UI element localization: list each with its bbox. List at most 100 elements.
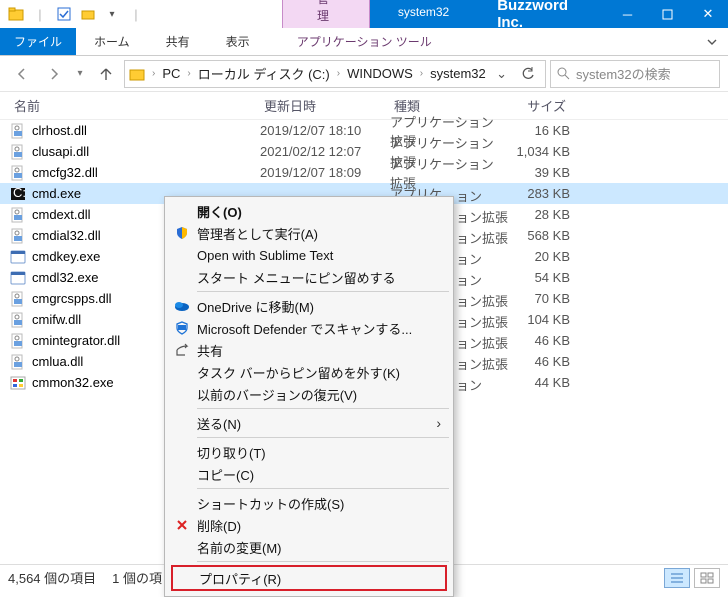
home-tab[interactable]: ホーム bbox=[76, 28, 148, 55]
menu-separator bbox=[197, 291, 449, 292]
address-bar[interactable]: › PC › ローカル ディスク (C:) › WINDOWS › system… bbox=[124, 60, 546, 88]
svg-text:C:\: C:\ bbox=[13, 186, 26, 200]
file-row[interactable]: cmcfg32.dll2019/12/07 18:09アプリケーション拡張39 … bbox=[0, 162, 728, 183]
file-name: cmdext.dll bbox=[32, 207, 91, 222]
file-name: cmdkey.exe bbox=[32, 249, 100, 264]
menu-previous-versions[interactable]: 以前のバージョンの復元(V) bbox=[167, 383, 451, 405]
file-size: 44 KB bbox=[500, 375, 570, 390]
menu-rename[interactable]: 名前の変更(M) bbox=[167, 536, 451, 558]
menu-delete[interactable]: 削除(D) bbox=[167, 514, 451, 536]
divider-icon: | bbox=[30, 4, 50, 24]
file-size: 283 KB bbox=[500, 186, 570, 201]
details-view-button[interactable] bbox=[664, 568, 690, 588]
file-name: cmmon32.exe bbox=[32, 375, 114, 390]
maximize-button[interactable] bbox=[648, 0, 688, 28]
folder-icon bbox=[6, 4, 26, 24]
file-icon bbox=[10, 312, 26, 328]
brand-label: Buzzword Inc. bbox=[477, 0, 607, 28]
chevron-down-icon[interactable]: ▾ bbox=[102, 4, 122, 24]
file-type-suffix: ョン拡張 bbox=[456, 207, 508, 226]
col-size[interactable]: サイズ bbox=[500, 96, 570, 115]
back-button[interactable] bbox=[8, 60, 36, 88]
chevron-right-icon[interactable]: › bbox=[184, 68, 193, 79]
share-icon bbox=[173, 343, 191, 357]
manage-tab[interactable]: 管理 bbox=[282, 0, 370, 28]
menu-send-to[interactable]: 送る(N) bbox=[167, 412, 451, 434]
crumb-c-drive[interactable]: ローカル ディスク (C:) bbox=[198, 64, 330, 83]
menu-share[interactable]: 共有 bbox=[167, 339, 451, 361]
close-button[interactable]: ✕ bbox=[688, 0, 728, 28]
file-icon: C:\ bbox=[10, 186, 26, 202]
file-size: 104 KB bbox=[500, 312, 570, 327]
menu-move-to-onedrive[interactable]: OneDrive に移動(M) bbox=[167, 295, 451, 317]
menu-cut[interactable]: 切り取り(T) bbox=[167, 441, 451, 463]
menu-create-shortcut[interactable]: ショートカットの作成(S) bbox=[167, 492, 451, 514]
file-size: 16 KB bbox=[500, 123, 570, 138]
file-type-suffix: ョン拡張 bbox=[456, 228, 508, 247]
file-row[interactable]: clusapi.dll2021/02/12 12:07アプリケーション拡張1,0… bbox=[0, 141, 728, 162]
file-name: cmdial32.dll bbox=[32, 228, 101, 243]
file-size: 39 KB bbox=[500, 165, 570, 180]
chevron-right-icon[interactable]: › bbox=[149, 68, 158, 79]
menu-separator bbox=[197, 437, 449, 438]
file-icon bbox=[10, 123, 26, 139]
file-tab[interactable]: ファイル bbox=[0, 28, 76, 55]
menu-copy[interactable]: コピー(C) bbox=[167, 463, 451, 485]
chevron-right-icon[interactable]: › bbox=[417, 68, 426, 79]
context-menu[interactable]: 開く(O) 管理者として実行(A) Open with Sublime Text… bbox=[164, 196, 454, 597]
menu-pin-to-start[interactable]: スタート メニューにピン留めする bbox=[167, 266, 451, 288]
menu-run-as-admin[interactable]: 管理者として実行(A) bbox=[167, 222, 451, 244]
chevron-right-icon[interactable]: › bbox=[334, 68, 343, 79]
menu-open-with-sublime[interactable]: Open with Sublime Text bbox=[167, 244, 451, 266]
file-type-suffix: ョン拡張 bbox=[456, 312, 508, 331]
menu-open[interactable]: 開く(O) bbox=[167, 200, 451, 222]
share-tab[interactable]: 共有 bbox=[148, 28, 208, 55]
folder-small-icon[interactable] bbox=[78, 4, 98, 24]
file-size: 46 KB bbox=[500, 354, 570, 369]
search-icon bbox=[557, 67, 570, 80]
crumb-pc[interactable]: PC bbox=[162, 66, 180, 81]
file-icon bbox=[10, 165, 26, 181]
large-icons-view-button[interactable] bbox=[694, 568, 720, 588]
delete-icon bbox=[173, 519, 191, 531]
file-icon bbox=[10, 354, 26, 370]
file-icon bbox=[10, 375, 26, 391]
menu-unpin-taskbar[interactable]: タスク バーからピン留めを外す(K) bbox=[167, 361, 451, 383]
file-row[interactable]: clrhost.dll2019/12/07 18:10アプリケーション拡張16 … bbox=[0, 120, 728, 141]
file-icon bbox=[10, 207, 26, 223]
up-button[interactable] bbox=[92, 60, 120, 88]
file-icon bbox=[10, 291, 26, 307]
col-name[interactable]: 名前 bbox=[10, 96, 260, 115]
file-size: 1,034 KB bbox=[500, 144, 570, 159]
file-name: cmintegrator.dll bbox=[32, 333, 120, 348]
file-type-suffix: ョン拡張 bbox=[456, 291, 508, 310]
search-box[interactable]: system32の検索 bbox=[550, 60, 720, 88]
recent-dropdown[interactable]: ▾ bbox=[72, 60, 88, 88]
menu-defender-scan[interactable]: Microsoft Defender でスキャンする... bbox=[167, 317, 451, 339]
col-date[interactable]: 更新日時 bbox=[260, 96, 390, 115]
menu-properties[interactable]: プロパティ(R) bbox=[173, 567, 445, 589]
ribbon-expand-icon[interactable] bbox=[706, 28, 728, 55]
app-tools-tab[interactable]: アプリケーション ツール bbox=[275, 28, 454, 55]
minimize-button[interactable]: ─ bbox=[607, 0, 647, 28]
checkbox-icon[interactable] bbox=[54, 4, 74, 24]
crumb-system32[interactable]: system32 bbox=[430, 66, 486, 81]
file-name: cmifw.dll bbox=[32, 312, 81, 327]
file-type-suffix: ョン拡張 bbox=[456, 333, 508, 352]
forward-button[interactable] bbox=[40, 60, 68, 88]
file-type-suffix: ョン拡張 bbox=[456, 354, 508, 373]
crumb-windows[interactable]: WINDOWS bbox=[347, 66, 413, 81]
file-type-suffix: ョン bbox=[456, 375, 482, 394]
view-tab[interactable]: 表示 bbox=[208, 28, 268, 55]
file-icon bbox=[10, 228, 26, 244]
column-headers: 名前 更新日時 種類 サイズ bbox=[0, 92, 728, 120]
refresh-icon[interactable] bbox=[515, 67, 541, 81]
file-date: 2019/12/07 18:10 bbox=[260, 123, 390, 138]
item-count: 4,564 個の項目 bbox=[8, 568, 96, 587]
navigation-bar: ▾ › PC › ローカル ディスク (C:) › WINDOWS › syst… bbox=[0, 56, 728, 92]
address-dropdown-icon[interactable]: ⌄ bbox=[492, 66, 511, 82]
file-name: cmcfg32.dll bbox=[32, 165, 98, 180]
file-type-suffix: ョン bbox=[456, 186, 482, 205]
file-name: cmlua.dll bbox=[32, 354, 83, 369]
file-date: 2021/02/12 12:07 bbox=[260, 144, 390, 159]
